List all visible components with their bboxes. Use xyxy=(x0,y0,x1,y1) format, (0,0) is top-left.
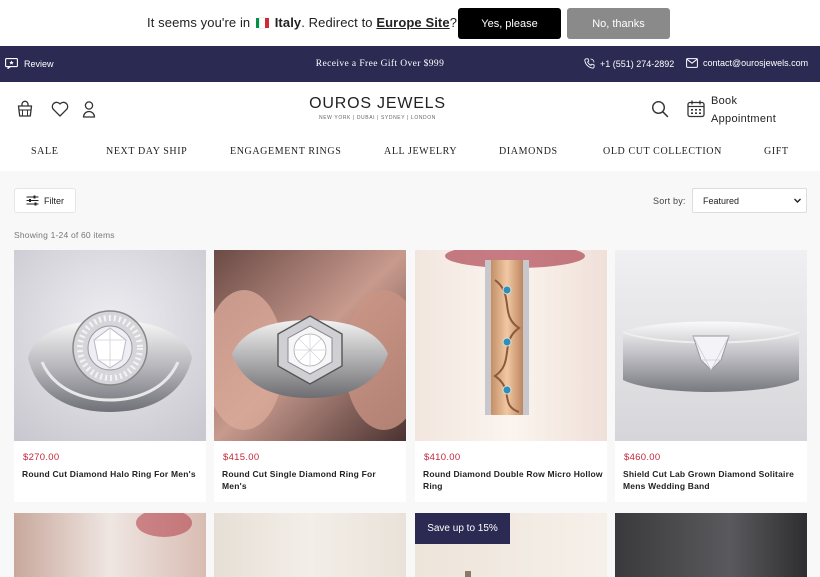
nav-item-sale[interactable]: SALE xyxy=(31,146,58,157)
product-title[interactable]: Shield Cut Lab Grown Diamond Solitaire M… xyxy=(623,468,803,492)
email-link[interactable]: contact@ourosjewels.com xyxy=(686,58,808,68)
product-image[interactable] xyxy=(615,250,807,441)
geo-country: Italy xyxy=(274,15,302,30)
sort-select[interactable]: Featured xyxy=(692,188,807,213)
chevron-down-icon xyxy=(794,198,801,203)
product-image[interactable] xyxy=(615,513,807,577)
filter-label: Filter xyxy=(44,195,64,206)
geo-redirect-banner: It seems you're in Italy. Redirect to Eu… xyxy=(0,0,820,46)
europe-site-link[interactable]: Europe Site xyxy=(376,15,449,30)
product-card[interactable]: $460.00 Shield Cut Lab Grown Diamond Sol… xyxy=(615,250,807,502)
product-title[interactable]: Round Cut Single Diamond Ring For Men's xyxy=(222,468,402,492)
filter-icon xyxy=(26,195,39,206)
nav-item-diamonds[interactable]: DIAMONDS xyxy=(499,146,558,157)
calendar-icon[interactable] xyxy=(686,99,706,119)
main-nav: SALE NEXT DAY SHIP ENGAGEMENT RINGS ALL … xyxy=(0,136,820,171)
product-price: $460.00 xyxy=(624,452,661,463)
nav-item-next-day-ship[interactable]: NEXT DAY SHIP xyxy=(106,146,187,157)
email-address: contact@ourosjewels.com xyxy=(703,58,809,68)
announcement-bar: Review Receive a Free Gift Over $999 +1 … xyxy=(0,46,820,82)
product-image[interactable] xyxy=(214,250,406,441)
nav-item-gift[interactable]: GIFT xyxy=(764,146,789,157)
product-price: $415.00 xyxy=(223,452,260,463)
redirect-yes-button[interactable]: Yes, please xyxy=(458,8,561,39)
phone-link[interactable]: +1 (551) 274-2892 xyxy=(584,58,674,69)
mail-icon xyxy=(686,58,698,68)
geo-message: It seems you're in Italy. Redirect to Eu… xyxy=(147,15,457,30)
geo-message-prefix: It seems you're in xyxy=(147,15,251,30)
nav-item-all-jewelry[interactable]: ALL JEWELRY xyxy=(384,146,457,157)
items-count: Showing 1-24 of 60 items xyxy=(14,230,115,240)
product-image[interactable] xyxy=(214,513,406,577)
product-title[interactable]: Round Diamond Double Row Micro Hollow Ri… xyxy=(423,468,603,492)
redirect-no-button[interactable]: No, thanks xyxy=(567,8,670,39)
filter-button[interactable]: Filter xyxy=(14,188,76,213)
logo-tagline: NEW YORK | DUBAI | SYDNEY | LONDON xyxy=(319,115,436,121)
product-card[interactable]: $270.00 Round Cut Diamond Halo Ring For … xyxy=(14,250,206,502)
product-card[interactable] xyxy=(14,513,206,577)
product-card[interactable]: $410.00 Round Diamond Double Row Micro H… xyxy=(415,250,607,502)
product-image[interactable] xyxy=(415,250,607,441)
sort-value: Featured xyxy=(703,195,740,206)
search-icon[interactable] xyxy=(650,99,670,119)
product-title[interactable]: Round Cut Diamond Halo Ring For Men's xyxy=(22,468,202,480)
logo-name: OUROS JEWELS xyxy=(309,95,446,112)
phone-number: +1 (551) 274-2892 xyxy=(600,58,675,69)
book-appointment-link[interactable]: Book Appointment xyxy=(711,92,776,128)
italy-flag-icon xyxy=(256,17,269,29)
product-image[interactable] xyxy=(14,513,206,577)
product-price: $270.00 xyxy=(23,452,60,463)
product-card[interactable] xyxy=(214,513,406,577)
book-line-2: Appointment xyxy=(711,113,777,125)
phone-icon xyxy=(584,58,595,69)
nav-item-engagement-rings[interactable]: ENGAGEMENT RINGS xyxy=(230,146,341,157)
product-card[interactable] xyxy=(615,513,807,577)
product-card[interactable]: $415.00 Round Cut Single Diamond Ring Fo… xyxy=(214,250,406,502)
book-line-1: Book xyxy=(711,95,738,107)
geo-redirect-text: . Redirect to xyxy=(301,15,373,30)
save-badge: Save up to 15% xyxy=(415,513,510,544)
site-header: OUROS JEWELS NEW YORK | DUBAI | SYDNEY |… xyxy=(0,82,820,136)
product-price: $410.00 xyxy=(424,452,461,463)
product-image[interactable] xyxy=(14,250,206,441)
sort-label: Sort by: xyxy=(653,196,686,206)
site-logo[interactable]: OUROS JEWELS NEW YORK | DUBAI | SYDNEY |… xyxy=(0,95,755,121)
product-card[interactable]: Save up to 15% xyxy=(415,513,607,577)
geo-suffix: ? xyxy=(449,15,458,30)
nav-item-old-cut-collection[interactable]: OLD CUT COLLECTION xyxy=(603,146,722,157)
